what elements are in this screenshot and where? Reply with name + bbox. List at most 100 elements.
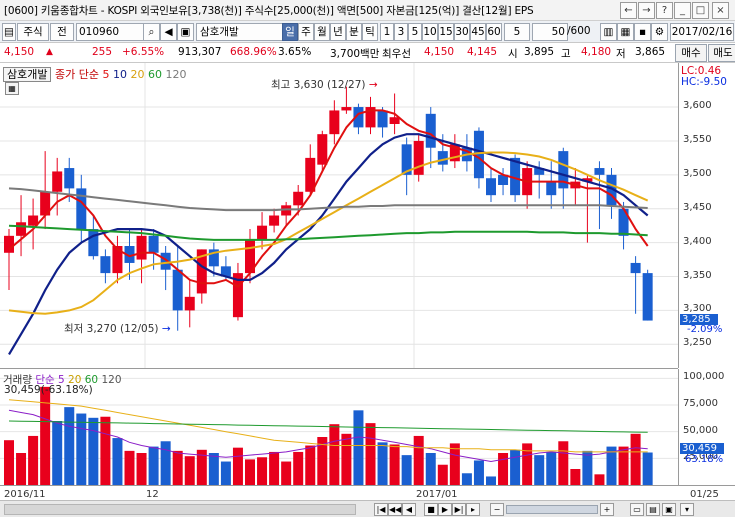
zoom-track[interactable] <box>506 505 598 514</box>
volume-bar <box>437 464 448 485</box>
stock-code-input[interactable]: 010960 <box>76 23 144 41</box>
close-icon[interactable]: × <box>712 2 729 19</box>
stop-icon[interactable]: ■ <box>424 503 438 516</box>
count-input[interactable]: 50 <box>532 23 568 41</box>
candle <box>184 296 195 311</box>
minute-select[interactable]: 5 <box>504 23 530 41</box>
last-icon[interactable]: ▶| <box>452 503 466 516</box>
volume-value: 913,307 <box>178 46 222 58</box>
save-icon[interactable]: ▪ <box>634 23 651 41</box>
lock-icon[interactable]: ▣ <box>177 23 194 41</box>
period-tick[interactable]: 틱 <box>362 23 378 41</box>
back-arrow-icon[interactable]: ← <box>620 2 637 19</box>
candle <box>100 256 111 274</box>
grid-icon[interactable]: ▦ <box>5 82 19 95</box>
volume-bar <box>582 450 593 485</box>
volume-bar <box>52 421 63 485</box>
volume-bar <box>28 435 39 485</box>
vol-ma120-label: 120 <box>101 374 122 386</box>
hc-label: HC:-9.50 <box>681 76 727 88</box>
volume-bar <box>16 453 27 485</box>
chart-scrollbar[interactable]: |◀ ◀◀ ◀ ■ ▶ ▶| ▸ − + ▭ ▤ ▣ ▾ <box>0 500 735 517</box>
period-minute[interactable]: 분 <box>346 23 362 41</box>
low-label: 저 <box>616 48 626 60</box>
candle <box>88 229 99 257</box>
quote-bar: 4,150 ▲ 255 +6.55% 913,307 668.96% 3.65%… <box>0 43 735 63</box>
period-day[interactable]: 일 <box>282 23 298 41</box>
ask-price: 4,150 <box>424 46 455 58</box>
help-icon[interactable]: ? <box>656 2 673 19</box>
volume-bar <box>413 435 424 485</box>
maximize-icon[interactable]: □ <box>692 2 709 19</box>
market-select[interactable]: 주식 <box>17 23 49 41</box>
volume-bar <box>546 451 557 485</box>
prev-page-icon[interactable]: ◀◀ <box>388 503 402 516</box>
volume-bar <box>473 460 484 485</box>
minute-45[interactable]: 45 <box>470 23 486 41</box>
volume-bar <box>353 410 364 485</box>
sell-button[interactable]: 매도 <box>708 44 735 62</box>
step-icon[interactable]: ▸ <box>466 503 480 516</box>
y-tick-label: 3,350 <box>683 269 712 281</box>
volume-bar <box>522 443 533 485</box>
x-tick-label: 01/25 <box>690 489 719 500</box>
minute-60[interactable]: 60 <box>486 23 502 41</box>
up-arrow-icon: ▲ <box>46 47 53 57</box>
y-tick-label: 100,000 <box>683 371 725 383</box>
y-tick-label: 3,250 <box>683 337 712 349</box>
minute-30[interactable]: 30 <box>454 23 470 41</box>
y-tick-label: 3,450 <box>683 201 712 213</box>
print-icon[interactable]: ▤ <box>646 503 660 516</box>
period-month[interactable]: 월 <box>314 23 330 41</box>
low-price: 3,865 <box>635 46 666 58</box>
period-week[interactable]: 주 <box>298 23 314 41</box>
minute-1[interactable]: 1 <box>380 23 394 41</box>
candle <box>389 117 400 124</box>
volume-bar <box>88 417 99 485</box>
settings-icon[interactable]: ⚙ <box>651 23 668 41</box>
volume-bar <box>64 407 75 485</box>
layout-icon[interactable]: ▭ <box>630 503 644 516</box>
period-year[interactable]: 년 <box>330 23 346 41</box>
grid-toggle-icon[interactable]: ▤ <box>2 23 16 41</box>
minute-3[interactable]: 3 <box>394 23 408 41</box>
all-select[interactable]: 전 <box>50 23 74 41</box>
minute-15[interactable]: 15 <box>438 23 454 41</box>
open-price: 3,895 <box>524 46 555 58</box>
volume-bar <box>630 433 641 485</box>
volume-axis: 100,000 75,000 50,000 25,000 30,459 63.18% <box>678 369 735 485</box>
ma-label: 종가 단순 <box>54 68 99 81</box>
buy-button[interactable]: 매수 <box>675 44 707 62</box>
capture-icon[interactable]: ▣ <box>662 503 676 516</box>
speaker-icon[interactable]: ◀ <box>160 23 177 41</box>
volume-bar <box>510 449 521 485</box>
date-field[interactable]: 2017/02/16 <box>670 23 734 41</box>
candle <box>257 225 268 240</box>
bar-chart-icon[interactable]: ▦ <box>617 23 634 41</box>
zoom-out-icon[interactable]: − <box>490 503 504 516</box>
minute-10[interactable]: 10 <box>422 23 438 41</box>
prev-icon[interactable]: ◀ <box>402 503 416 516</box>
candle <box>486 178 496 196</box>
minute-5[interactable]: 5 <box>408 23 422 41</box>
zoom-in-icon[interactable]: + <box>600 503 614 516</box>
expand-icon[interactable]: ▾ <box>680 503 694 516</box>
candle <box>413 140 424 175</box>
scroll-track[interactable] <box>4 504 356 515</box>
first-icon[interactable]: |◀ <box>374 503 388 516</box>
chart-type-icon[interactable]: ▥ <box>600 23 617 41</box>
volume-bar <box>377 442 388 485</box>
right-arrow-icon: → <box>368 79 378 91</box>
candle <box>136 235 147 260</box>
volume-bar <box>281 461 292 485</box>
candle <box>546 181 557 196</box>
candle <box>341 107 352 111</box>
volume-bar <box>449 443 460 485</box>
candle <box>377 110 388 128</box>
minimize-icon[interactable]: _ <box>674 2 691 19</box>
price-change-pct: +6.55% <box>122 46 165 58</box>
forward-arrow-icon[interactable]: → <box>638 2 655 19</box>
next-icon[interactable]: ▶ <box>438 503 452 516</box>
search-icon[interactable]: ⌕ <box>143 23 160 41</box>
stock-name-tag[interactable]: 삼호개발 <box>3 67 52 82</box>
